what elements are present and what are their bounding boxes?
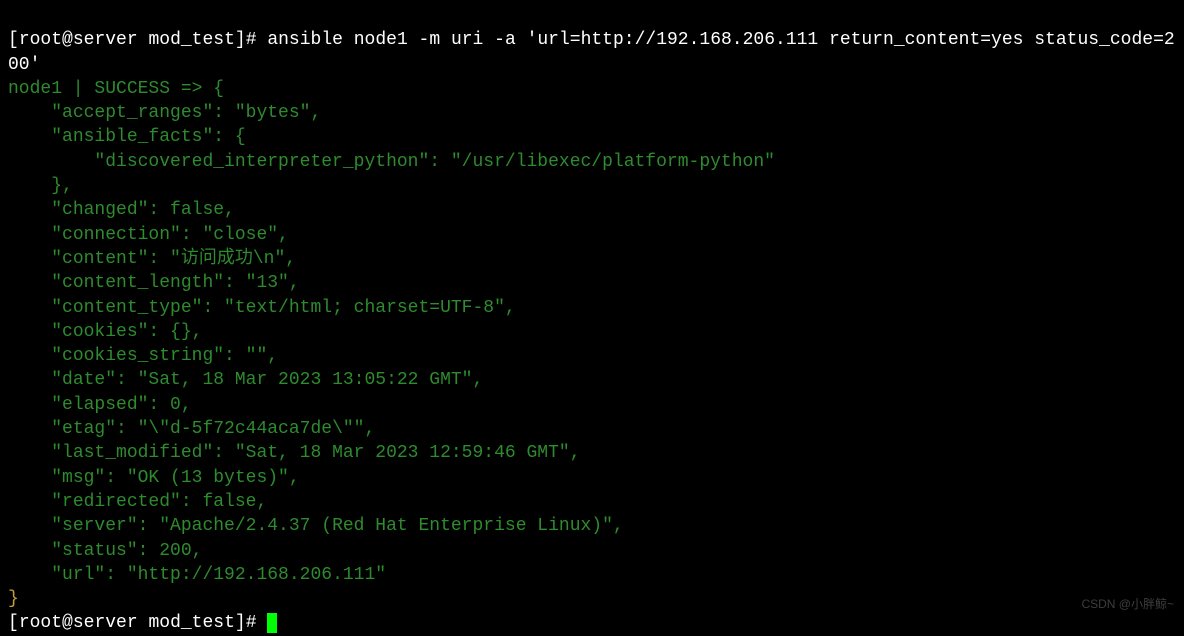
watermark-text: CSDN @小胖鲸~ [1081, 596, 1174, 612]
result-line: "connection": "close", [8, 225, 289, 245]
result-line: "discovered_interpreter_python": "/usr/l… [8, 152, 775, 172]
result-line: "redirected": false, [8, 492, 267, 512]
result-line: "last_modified": "Sat, 18 Mar 2023 12:59… [8, 443, 581, 463]
result-line: "msg": "OK (13 bytes)", [8, 468, 300, 488]
prompt-line-1: [root@server mod_test]# ansible node1 -m… [8, 30, 1175, 74]
terminal-output[interactable]: [root@server mod_test]# ansible node1 -m… [8, 4, 1176, 636]
result-line: "cookies": {}, [8, 322, 202, 342]
result-line-close: } [8, 589, 19, 609]
result-line: "accept_ranges": "bytes", [8, 103, 321, 123]
result-line: "server": "Apache/2.4.37 (Red Hat Enterp… [8, 516, 624, 536]
result-line: "date": "Sat, 18 Mar 2023 13:05:22 GMT", [8, 370, 483, 390]
result-line: "status": 200, [8, 541, 202, 561]
result-line: "content_type": "text/html; charset=UTF-… [8, 298, 516, 318]
result-line: }, [8, 176, 73, 196]
cursor-block [267, 613, 277, 633]
result-line: "ansible_facts": { [8, 127, 246, 147]
result-line: "content": "访问成功\n", [8, 249, 296, 269]
result-line: "content_length": "13", [8, 273, 300, 293]
result-line: "url": "http://192.168.206.111" [8, 565, 386, 585]
result-line: "elapsed": 0, [8, 395, 192, 415]
result-host-status: node1 | SUCCESS => { [8, 79, 224, 99]
result-line: "cookies_string": "", [8, 346, 278, 366]
result-line: "changed": false, [8, 200, 235, 220]
prompt-line-2: [root@server mod_test]# [8, 613, 267, 633]
result-line: "etag": "\"d-5f72c44aca7de\"", [8, 419, 375, 439]
